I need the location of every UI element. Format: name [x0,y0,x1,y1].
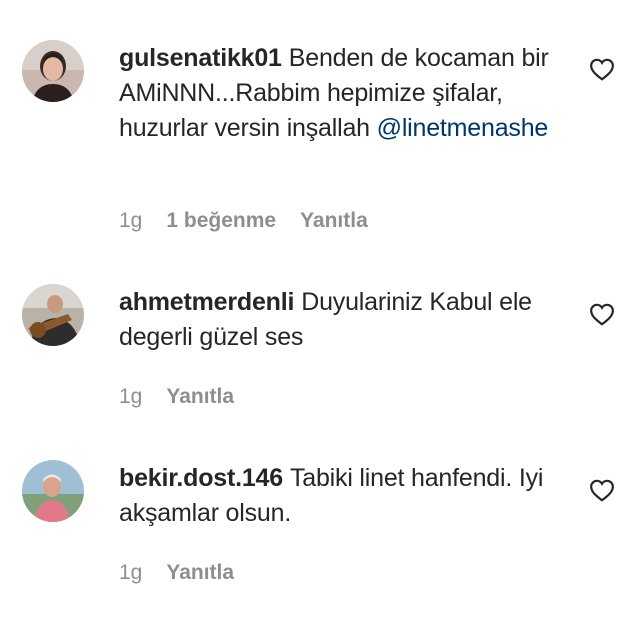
comment-body: gulsenatikk01 Benden de kocaman bir AMiNN… [119,41,559,146]
heart-outline-icon[interactable] [589,57,615,81]
user-avatar-icon [22,460,84,522]
comment-meta: 1g Yanıtla [119,561,234,585]
comment-mention-link[interactable]: @linetmenashe [377,114,549,142]
comment-time[interactable]: 1g [119,209,142,233]
comment-meta: 1g 1 beğenme Yanıtla [119,209,368,233]
reply-button[interactable]: Yanıtla [166,561,234,585]
reply-button[interactable]: Yanıtla [300,209,368,233]
avatar[interactable] [22,284,84,346]
comment-time[interactable]: 1g [119,385,142,409]
user-avatar-icon [22,40,84,102]
comment-time[interactable]: 1g [119,561,142,585]
comment-likes-count[interactable]: 1 beğenme [166,209,276,233]
comment-username[interactable]: bekir.dost.146 [119,464,283,492]
comment-username[interactable]: gulsenatikk01 [119,44,282,72]
reply-button[interactable]: Yanıtla [166,385,234,409]
heart-outline-icon[interactable] [589,302,615,326]
comment-body: ahmetmerdenli Duyulariniz Kabul ele deger… [119,285,559,355]
avatar[interactable] [22,460,84,522]
avatar[interactable] [22,40,84,102]
comment-username[interactable]: ahmetmerdenli [119,288,294,316]
comment-body: bekir.dost.146 Tabiki linet hanfendi. Iyi… [119,461,559,531]
user-avatar-icon [22,284,84,346]
comment-meta: 1g Yanıtla [119,385,234,409]
heart-outline-icon[interactable] [589,478,615,502]
